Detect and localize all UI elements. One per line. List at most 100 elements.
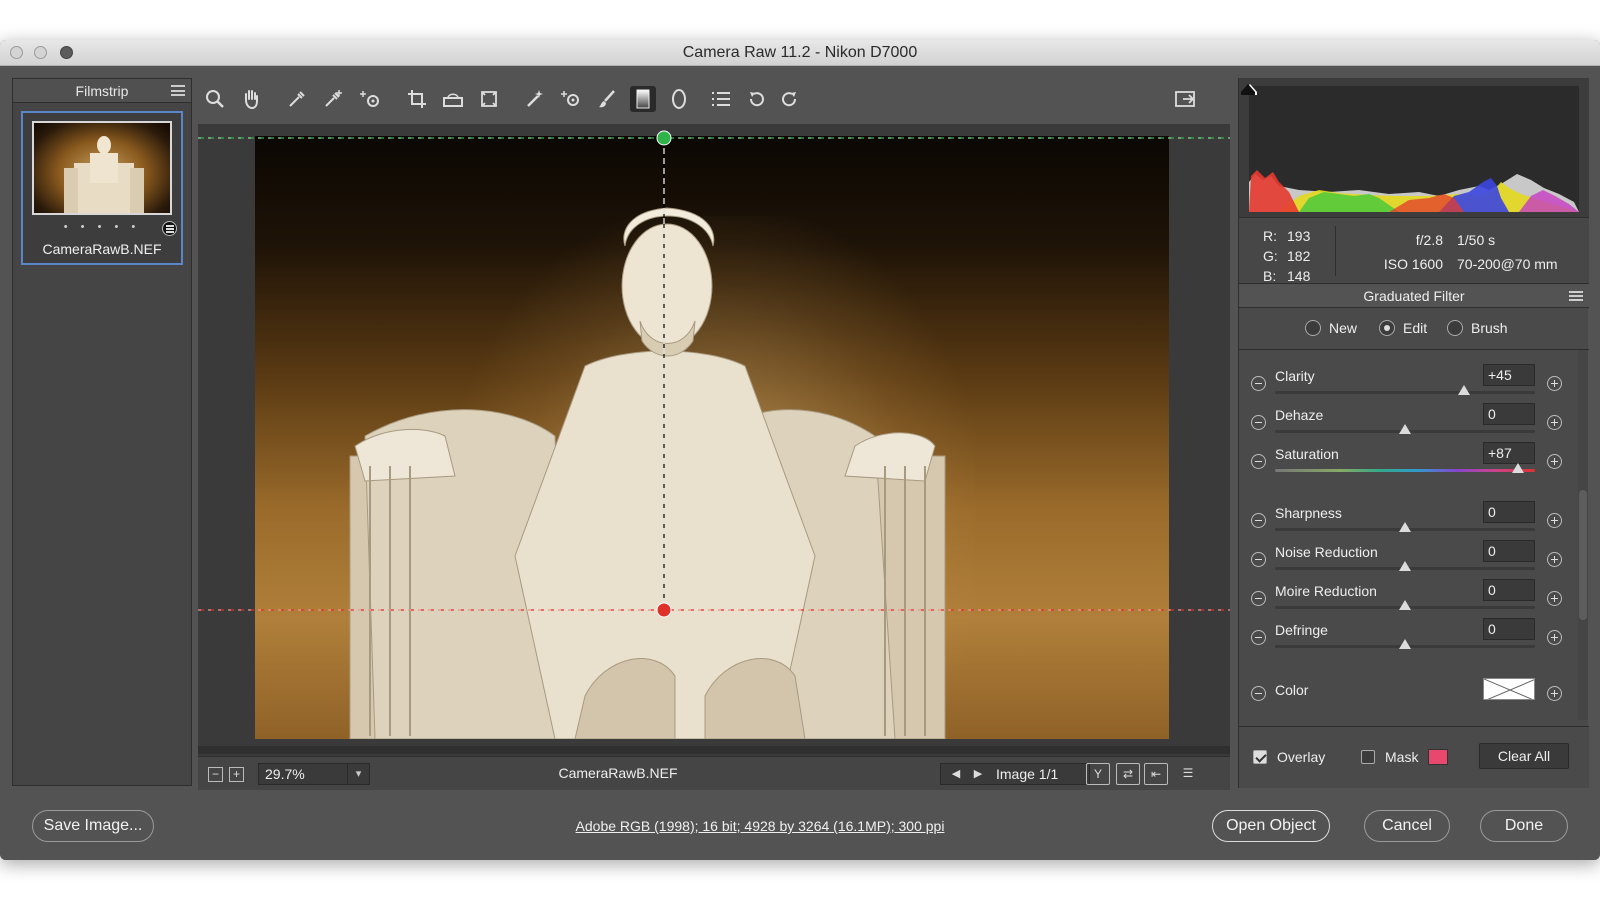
decrease-color-icon[interactable]: [1251, 686, 1266, 701]
clarity-track[interactable]: [1275, 391, 1535, 394]
noise-reduction-value[interactable]: 0: [1483, 540, 1535, 562]
cancel-button[interactable]: Cancel: [1364, 810, 1450, 842]
crop-icon[interactable]: [404, 86, 430, 112]
sharpness-thumb[interactable]: [1399, 522, 1411, 532]
dehaze-thumb[interactable]: [1399, 424, 1411, 434]
filmstrip-panel: Filmstrip • • • • • CameraRawB.NEF: [12, 78, 192, 786]
decrease-moire-reduction-icon[interactable]: [1251, 591, 1266, 606]
red-eye-icon[interactable]: [558, 86, 584, 112]
increase-sharpness-icon[interactable]: [1547, 513, 1562, 528]
targeted-adjustment-icon[interactable]: [358, 86, 384, 112]
previous-image-icon[interactable]: ◀: [945, 764, 967, 784]
view-settings-icon[interactable]: ☰: [1176, 763, 1200, 785]
sharpness-value[interactable]: 0: [1483, 501, 1535, 523]
filmstrip-item[interactable]: • • • • • CameraRawB.NEF: [21, 111, 183, 265]
adjustment-brush-icon[interactable]: [594, 86, 620, 112]
decrease-dehaze-icon[interactable]: [1251, 415, 1266, 430]
zoom-level-select[interactable]: 29.7% ▾: [258, 763, 370, 785]
decrease-noise-reduction-icon[interactable]: [1251, 552, 1266, 567]
rating-dots[interactable]: • • • • •: [23, 221, 181, 233]
defringe-thumb[interactable]: [1399, 639, 1411, 649]
decrease-saturation-icon[interactable]: [1251, 454, 1266, 469]
green-label: G:: [1263, 248, 1278, 264]
hand-icon[interactable]: [238, 86, 264, 112]
graduated-filter-icon[interactable]: [630, 86, 656, 112]
radial-filter-icon[interactable]: [666, 86, 692, 112]
graduated-filter-overlay[interactable]: [198, 124, 1230, 744]
highlight-clipping-icon[interactable]: [1239, 80, 1257, 98]
defringe-value[interactable]: 0: [1483, 618, 1535, 640]
defringe-label: Defringe: [1275, 622, 1328, 638]
swap-settings-icon[interactable]: ⇄: [1116, 763, 1140, 785]
increase-clarity-icon[interactable]: [1547, 376, 1562, 391]
green-pin[interactable]: [656, 130, 672, 146]
thumbnail-statue-image: [64, 136, 144, 213]
increase-dehaze-icon[interactable]: [1547, 415, 1562, 430]
mode-selector: New Edit Brush: [1239, 308, 1589, 350]
white-balance-icon[interactable]: [284, 86, 310, 112]
dehaze-value[interactable]: 0: [1483, 403, 1535, 425]
increase-defringe-icon[interactable]: [1547, 630, 1562, 645]
red-pin[interactable]: [656, 602, 672, 618]
straighten-icon[interactable]: [440, 86, 466, 112]
increase-noise-reduction-icon[interactable]: [1547, 552, 1562, 567]
radio-edit[interactable]: [1379, 320, 1395, 336]
next-image-icon[interactable]: ▶: [967, 764, 989, 784]
mask-checkbox[interactable]: Mask: [1361, 749, 1449, 765]
moire-reduction-thumb[interactable]: [1399, 600, 1411, 610]
copy-settings-icon[interactable]: ⇤: [1144, 763, 1168, 785]
decrease-clarity-icon[interactable]: [1251, 376, 1266, 391]
radio-new[interactable]: [1305, 320, 1321, 336]
mode-new[interactable]: New: [1305, 320, 1357, 336]
mask-check-icon[interactable]: [1361, 750, 1375, 764]
filmstrip-menu-icon[interactable]: [171, 85, 185, 96]
panel-scrollbar[interactable]: [1578, 350, 1588, 720]
clear-all-button[interactable]: Clear All: [1479, 743, 1569, 769]
zoom-out-button[interactable]: −: [208, 767, 223, 782]
shutter-value: 1/50 s: [1457, 232, 1496, 248]
preview-bottom-strip: [198, 746, 1230, 754]
saturation-thumb[interactable]: [1512, 463, 1525, 473]
increase-color-icon[interactable]: [1547, 686, 1562, 701]
rotate-left-icon[interactable]: [744, 86, 770, 112]
red-value: 193: [1287, 228, 1311, 244]
increase-saturation-icon[interactable]: [1547, 454, 1562, 469]
before-after-view-icon[interactable]: Y: [1086, 763, 1110, 785]
open-object-button[interactable]: Open Object: [1212, 810, 1330, 842]
color-swatch[interactable]: [1483, 678, 1535, 700]
decrease-sharpness-icon[interactable]: [1251, 513, 1266, 528]
workflow-options-link[interactable]: Adobe RGB (1998); 16 bit; 4928 by 3264 (…: [560, 818, 960, 834]
noise-reduction-thumb[interactable]: [1399, 561, 1411, 571]
increase-moire-reduction-icon[interactable]: [1547, 591, 1562, 606]
image-preview[interactable]: [198, 124, 1230, 788]
zoom-in-button[interactable]: +: [229, 767, 244, 782]
decrease-defringe-icon[interactable]: [1251, 630, 1266, 645]
color-sampler-icon[interactable]: [320, 86, 346, 112]
filmstrip-thumbnail[interactable]: [32, 121, 172, 215]
overlay-check-icon[interactable]: [1253, 750, 1267, 764]
fullscreen-icon[interactable]: [1172, 86, 1198, 112]
saturation-track[interactable]: [1275, 469, 1535, 472]
image-counter: Image 1/1: [996, 766, 1059, 782]
panel-scroll-thumb[interactable]: [1579, 490, 1587, 620]
rotate-right-icon[interactable]: [776, 86, 802, 112]
zoom-icon[interactable]: [202, 86, 228, 112]
mask-color-swatch[interactable]: [1428, 749, 1449, 765]
clarity-thumb[interactable]: [1457, 385, 1470, 395]
chevron-down-icon[interactable]: ▾: [347, 764, 369, 784]
mode-brush[interactable]: Brush: [1447, 320, 1508, 336]
blue-value: 148: [1287, 268, 1311, 284]
panel-menu-icon[interactable]: [1569, 291, 1583, 301]
saturation-value[interactable]: +87: [1483, 442, 1535, 464]
save-image-button[interactable]: Save Image...: [32, 810, 154, 842]
mode-edit[interactable]: Edit: [1379, 320, 1427, 336]
slider-clarity: Clarity +45: [1239, 360, 1577, 400]
clarity-value[interactable]: +45: [1483, 364, 1535, 386]
radio-brush[interactable]: [1447, 320, 1463, 336]
spot-removal-icon[interactable]: [522, 86, 548, 112]
preferences-icon[interactable]: [708, 86, 734, 112]
moire-reduction-value[interactable]: 0: [1483, 579, 1535, 601]
transform-icon[interactable]: [476, 86, 502, 112]
overlay-checkbox[interactable]: Overlay: [1253, 749, 1325, 765]
done-button[interactable]: Done: [1480, 810, 1568, 842]
